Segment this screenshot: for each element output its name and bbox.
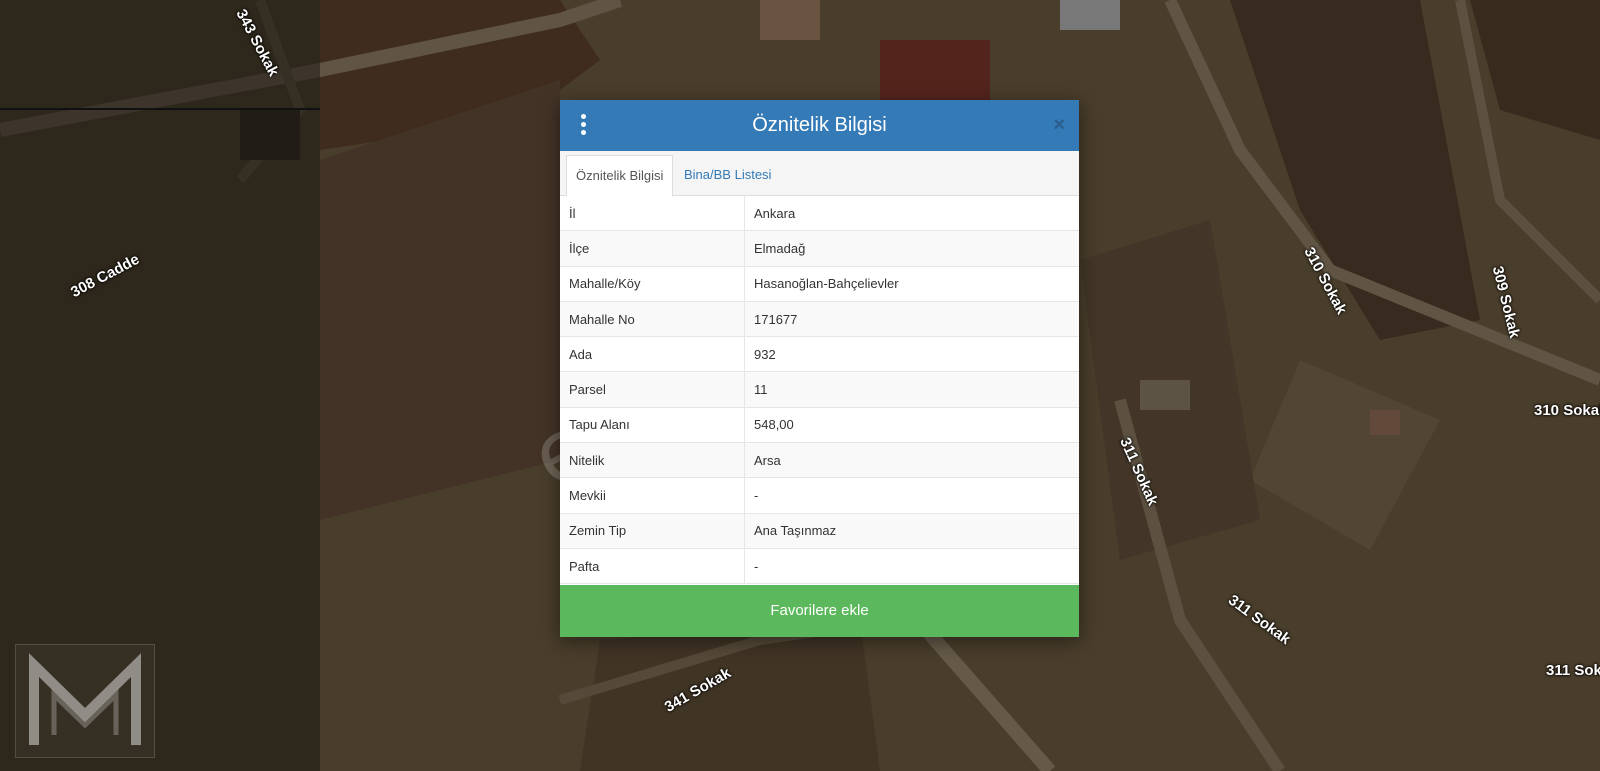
table-row: Mahalle No 171677 xyxy=(560,301,1079,338)
attribute-value: 548,00 xyxy=(744,407,1079,444)
attribute-key: Mahalle No xyxy=(560,301,745,338)
attribute-value: Hasanoğlan-Bahçelievler xyxy=(744,266,1079,302)
attribute-table: İl Ankara İlçe Elmadağ Mahalle/Köy Hasanoğl… xyxy=(560,196,1079,585)
map-boundary-line xyxy=(0,108,320,110)
close-icon[interactable]: × xyxy=(1053,115,1065,135)
road-label: 310 Sokak xyxy=(1534,402,1600,419)
attribute-value: 932 xyxy=(744,336,1079,373)
table-row: İlçe Elmadağ xyxy=(560,230,1079,267)
attribute-value: Ankara xyxy=(744,196,1079,232)
table-row: Nitelik Arsa xyxy=(560,442,1079,479)
attribute-info-modal: Öznitelik Bilgisi × Öznitelik Bilgisi Bi… xyxy=(560,100,1079,637)
attribute-key: Parsel xyxy=(560,371,745,408)
attribute-value: Elmadağ xyxy=(744,230,1079,267)
attribute-key: İl xyxy=(560,196,745,232)
brand-logo xyxy=(15,644,155,758)
attribute-key: Mevkii xyxy=(560,477,745,514)
attribute-value: 171677 xyxy=(744,301,1079,338)
table-row: Mahalle/Köy Hasanoğlan-Bahçelievler xyxy=(560,266,1079,302)
table-row: Zemin Tip Ana Taşınmaz xyxy=(560,513,1079,549)
attribute-value: - xyxy=(744,477,1079,514)
attribute-key: Tapu Alanı xyxy=(560,407,745,444)
m-logo-icon xyxy=(29,653,141,745)
attribute-value: Ana Taşınmaz xyxy=(744,513,1079,549)
attribute-key: Pafta xyxy=(560,548,745,585)
table-row: Parsel 11 xyxy=(560,371,1079,408)
table-row: Tapu Alanı 548,00 xyxy=(560,407,1079,444)
table-row: İl Ankara xyxy=(560,196,1079,232)
road-label: 311 Sok xyxy=(1546,662,1600,679)
attribute-key: Zemin Tip xyxy=(560,513,745,549)
tab-attribute-info[interactable]: Öznitelik Bilgisi xyxy=(566,155,674,197)
modal-title: Öznitelik Bilgisi xyxy=(752,114,887,136)
modal-tabs: Öznitelik Bilgisi Bina/BB Listesi xyxy=(560,151,1079,197)
attribute-value: - xyxy=(744,548,1079,585)
table-row: Mevkii - xyxy=(560,477,1079,514)
tab-building-list[interactable]: Bina/BB Listesi xyxy=(675,155,780,195)
attribute-key: Nitelik xyxy=(560,442,745,479)
table-row: Ada 932 xyxy=(560,336,1079,373)
attribute-value: 11 xyxy=(744,371,1079,408)
add-to-favorites-button[interactable]: Favorilere ekle xyxy=(560,585,1079,637)
modal-header: Öznitelik Bilgisi × xyxy=(560,100,1079,151)
attribute-value: Arsa xyxy=(744,442,1079,479)
attribute-key: Ada xyxy=(560,336,745,373)
table-row: Pafta - xyxy=(560,548,1079,585)
attribute-key: İlçe xyxy=(560,230,745,267)
attribute-key: Mahalle/Köy xyxy=(560,266,745,302)
